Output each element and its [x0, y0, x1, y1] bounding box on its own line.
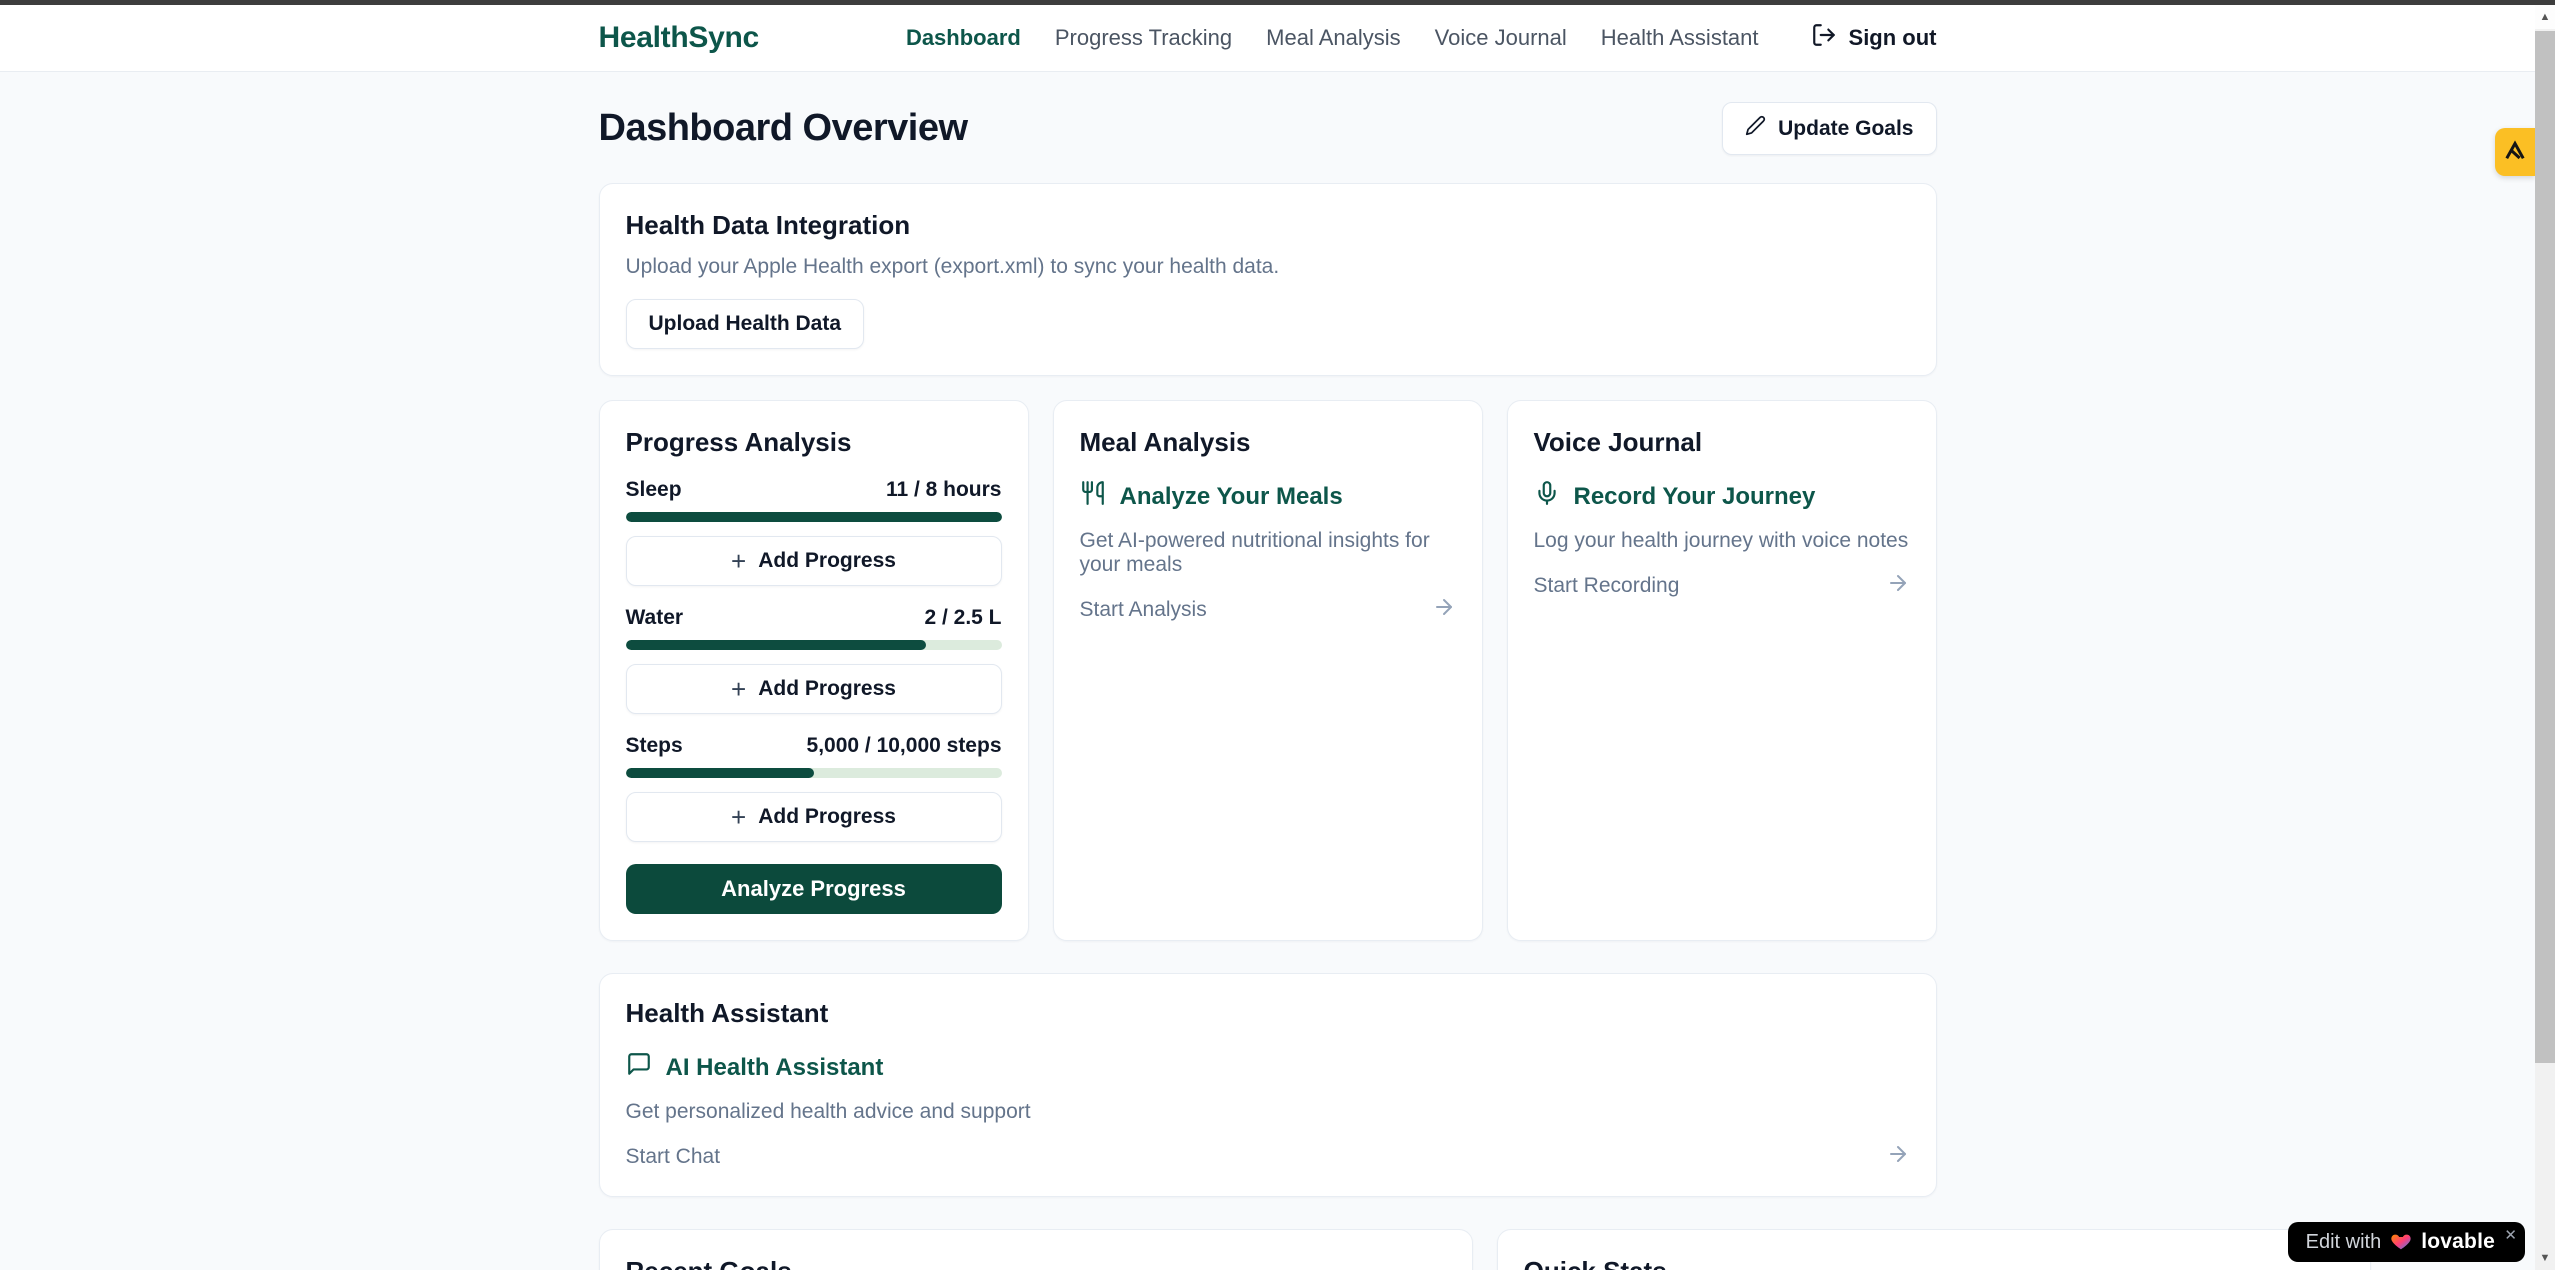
nav-dashboard[interactable]: Dashboard [906, 25, 1021, 51]
pencil-icon [1745, 115, 1766, 142]
nav-health-assistant[interactable]: Health Assistant [1601, 25, 1759, 51]
extension-icon [2503, 138, 2527, 167]
chat-bubble-icon [626, 1051, 652, 1084]
steps-metric: Steps 5,000 / 10,000 steps + Add Progres… [626, 734, 1002, 842]
assistant-description: Get personalized health advice and suppo… [626, 1100, 1910, 1124]
nav-progress-tracking[interactable]: Progress Tracking [1055, 25, 1232, 51]
arrow-right-icon [1886, 1142, 1910, 1172]
scroll-down-arrow[interactable]: ▼ [2535, 1246, 2555, 1270]
sleep-progress-bar [626, 512, 1002, 522]
upload-health-data-button[interactable]: Upload Health Data [626, 299, 865, 349]
health-assistant-title: Health Assistant [626, 998, 1910, 1029]
heart-icon [2390, 1231, 2412, 1253]
start-chat-link[interactable]: Start Chat [626, 1142, 1910, 1172]
arrow-right-icon [1432, 595, 1456, 625]
progress-analysis-card: Progress Analysis Sleep 11 / 8 hours + A… [599, 400, 1029, 941]
quick-stats-title: Quick Stats [1524, 1256, 2344, 1270]
sleep-label: Sleep [626, 478, 682, 502]
nav-voice-journal[interactable]: Voice Journal [1435, 25, 1567, 51]
ai-health-assistant-link[interactable]: AI Health Assistant [626, 1051, 1910, 1084]
record-your-journey-link[interactable]: Record Your Journey [1534, 480, 1910, 513]
sleep-value: 11 / 8 hours [886, 478, 1002, 502]
meal-analysis-card: Meal Analysis Analyze Your Meals Get AI-… [1053, 400, 1483, 941]
health-data-title: Health Data Integration [626, 210, 1910, 241]
recent-goals-title: Recent Goals [626, 1256, 1446, 1270]
steps-progress-bar [626, 768, 1002, 778]
water-value: 2 / 2.5 L [924, 606, 1001, 630]
health-data-integration-card: Health Data Integration Upload your Appl… [599, 183, 1937, 376]
voice-description: Log your health journey with voice notes [1534, 529, 1910, 553]
close-icon[interactable]: ✕ [2504, 1226, 2517, 1244]
brand-logo[interactable]: HealthSync [599, 21, 759, 55]
health-assistant-card: Health Assistant AI Health Assistant Get… [599, 973, 1937, 1197]
steps-label: Steps [626, 734, 683, 758]
update-goals-button[interactable]: Update Goals [1722, 102, 1936, 155]
water-progress-bar [626, 640, 1002, 650]
app-header: HealthSync Dashboard Progress Tracking M… [0, 5, 2535, 72]
analyze-your-meals-link[interactable]: Analyze Your Meals [1080, 480, 1456, 513]
health-data-description: Upload your Apple Health export (export.… [626, 255, 1910, 279]
microphone-icon [1534, 480, 1560, 513]
main-nav: Dashboard Progress Tracking Meal Analysi… [906, 22, 1937, 54]
arrow-right-icon [1886, 571, 1910, 601]
main-content: Dashboard Overview Update Goals Health D… [599, 102, 1937, 1270]
sign-out-label: Sign out [1849, 25, 1937, 51]
plus-icon: + [731, 679, 746, 699]
vertical-scrollbar[interactable]: ▲ ▼ [2535, 5, 2555, 1270]
browser-extension-button[interactable] [2495, 128, 2535, 176]
water-add-progress-button[interactable]: + Add Progress [626, 664, 1002, 714]
start-recording-link[interactable]: Start Recording [1534, 571, 1910, 601]
quick-stats-card: Quick Stats Select Date Today Yesterday … [1497, 1229, 2371, 1270]
water-metric: Water 2 / 2.5 L + Add Progress [626, 606, 1002, 714]
voice-journal-title: Voice Journal [1534, 427, 1910, 458]
steps-add-progress-button[interactable]: + Add Progress [626, 792, 1002, 842]
page-title: Dashboard Overview [599, 107, 968, 150]
sign-out-icon [1811, 22, 1837, 54]
scroll-up-arrow[interactable]: ▲ [2535, 5, 2555, 29]
sleep-metric: Sleep 11 / 8 hours + Add Progress [626, 478, 1002, 586]
lovable-label: lovable [2421, 1230, 2495, 1254]
meal-description: Get AI-powered nutritional insights for … [1080, 529, 1456, 577]
sleep-add-progress-button[interactable]: + Add Progress [626, 536, 1002, 586]
progress-analysis-title: Progress Analysis [626, 427, 1002, 458]
plus-icon: + [731, 807, 746, 827]
start-analysis-link[interactable]: Start Analysis [1080, 595, 1456, 625]
water-label: Water [626, 606, 684, 630]
edit-with-lovable-badge[interactable]: Edit with lovable ✕ [2288, 1222, 2525, 1262]
nav-meal-analysis[interactable]: Meal Analysis [1266, 25, 1401, 51]
meal-analysis-title: Meal Analysis [1080, 427, 1456, 458]
analyze-progress-button[interactable]: Analyze Progress [626, 864, 1002, 914]
steps-value: 5,000 / 10,000 steps [807, 734, 1002, 758]
edit-with-label: Edit with [2306, 1231, 2382, 1254]
sign-out-button[interactable]: Sign out [1811, 22, 1937, 54]
voice-journal-card: Voice Journal Record Your Journey Log yo… [1507, 400, 1937, 941]
utensils-icon [1080, 480, 1106, 513]
scrollbar-thumb[interactable] [2535, 31, 2555, 1063]
recent-goals-card: Recent Goals Select Date Today Yesterday… [599, 1229, 1473, 1270]
plus-icon: + [731, 551, 746, 571]
